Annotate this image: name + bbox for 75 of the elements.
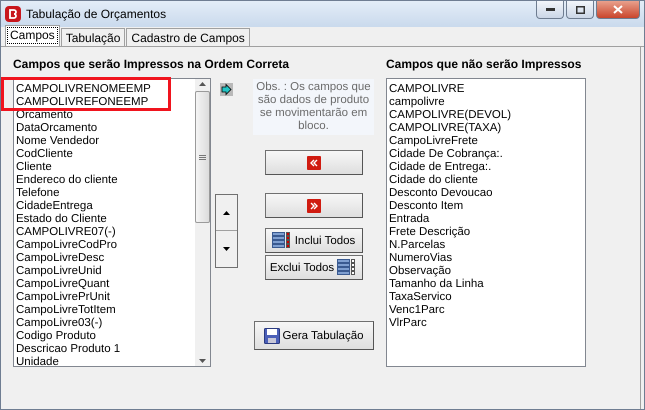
scrollbar[interactable] xyxy=(195,79,210,366)
list-item[interactable]: Observação xyxy=(389,265,583,278)
maximize-icon xyxy=(576,6,584,14)
tab[interactable]: Campos xyxy=(5,25,60,46)
up-arrow-icon xyxy=(222,210,230,214)
section-heading: Campos que não serão Impressos xyxy=(386,57,582,72)
list-item[interactable]: VlrParc xyxy=(389,317,583,330)
down-arrow-icon xyxy=(222,247,230,251)
list-item[interactable]: CAMPOLIVRE xyxy=(389,83,583,96)
unprinted-fields-list[interactable] xyxy=(386,78,586,367)
list-item[interactable]: Entrada xyxy=(389,213,583,226)
list-item[interactable]: CAMPOLIVRE07(-) xyxy=(16,226,193,239)
list-item[interactable]: Desconto Devoucao xyxy=(389,187,583,200)
move-right-button[interactable] xyxy=(264,193,362,218)
list-item[interactable]: Endereco do cliente xyxy=(16,174,193,187)
list-item[interactable]: CampoLivreDesc xyxy=(16,252,193,265)
list-item[interactable]: DataOrcamento xyxy=(16,122,193,135)
list-item[interactable]: Frete Descrição xyxy=(389,226,583,239)
list-item[interactable]: CidadeEntrega xyxy=(16,200,193,213)
minimize-button[interactable] xyxy=(536,1,564,19)
minimize-icon xyxy=(546,8,554,11)
list-item[interactable]: Cidade do cliente xyxy=(389,174,583,187)
include-all-button[interactable]: Inclui Todos xyxy=(264,228,362,253)
list-item[interactable]: CAMPOLIVRENOMEEMP xyxy=(16,83,193,96)
scroll-down-icon[interactable] xyxy=(199,359,206,363)
app-icon xyxy=(5,6,21,22)
double-right-icon xyxy=(306,198,320,212)
list-item[interactable]: Cidade De Cobrança:. xyxy=(389,148,583,161)
list-item[interactable]: Descricao Produto 1 xyxy=(16,343,193,356)
list-icon xyxy=(272,232,292,249)
list-item[interactable]: Codigo Produto xyxy=(16,330,193,343)
list-item[interactable]: NumeroVias xyxy=(389,252,583,265)
grip-icon xyxy=(199,154,206,160)
list-item[interactable]: CampoLivreTotItem xyxy=(16,304,193,317)
list-item[interactable]: Orcamento xyxy=(16,109,193,122)
double-left-icon xyxy=(306,156,320,170)
list-item[interactable]: Venc1Parc xyxy=(389,304,583,317)
maximize-button[interactable] xyxy=(566,1,594,19)
tab[interactable]: Cadastro de Campos xyxy=(126,28,250,46)
list-item[interactable]: CampoLivreFrete xyxy=(389,135,583,148)
list-item[interactable]: Tamanho da Linha xyxy=(389,278,583,291)
list-item[interactable]: Desconto Item xyxy=(389,200,583,213)
list-item[interactable]: TaxaServico xyxy=(389,291,583,304)
list-item[interactable]: N.Parcelas xyxy=(389,239,583,252)
list-item[interactable]: Cidade de Entrega:. xyxy=(389,161,583,174)
scroll-thumb[interactable] xyxy=(195,91,210,223)
list-item[interactable]: CampoLivreQuant xyxy=(16,278,193,291)
list-item[interactable]: CodCliente xyxy=(16,148,193,161)
printed-fields-list[interactable] xyxy=(13,78,211,367)
list-item[interactable]: Cliente xyxy=(16,161,193,174)
list-item[interactable]: Nome Vendedor xyxy=(16,135,193,148)
tab[interactable]: Tabulação xyxy=(60,28,126,46)
close-icon xyxy=(613,5,623,14)
list-item[interactable]: Estado do Cliente xyxy=(16,213,193,226)
list-item[interactable]: CampoLivre03(-) xyxy=(16,317,193,330)
scroll-up-icon[interactable] xyxy=(199,82,206,86)
list-icon xyxy=(337,259,358,276)
close-button[interactable] xyxy=(596,1,640,19)
list-item[interactable]: CAMPOLIVREFONEEMP xyxy=(16,96,193,109)
list-item[interactable]: CampoLivreUnid xyxy=(16,265,193,278)
list-item[interactable]: CAMPOLIVRE(DEVOL) xyxy=(389,109,583,122)
list-item[interactable]: CAMPOLIVRE(TAXA) xyxy=(389,122,583,135)
exclude-all-button[interactable]: Exclui Todos xyxy=(264,255,362,280)
list-item[interactable]: Telefone xyxy=(16,187,193,200)
list-item[interactable]: CampoLivrePrUnit xyxy=(16,291,193,304)
list-item[interactable]: CampoLivreCodPro xyxy=(16,239,193,252)
list-item[interactable]: Unidade xyxy=(16,356,193,366)
note-text: Obs. : Os campos que são dados de produto se movimentarão em bloco. xyxy=(253,79,374,135)
section-heading: Campos que serão Impressos na Ordem Correta xyxy=(13,57,290,72)
arrow-right-icon xyxy=(220,83,232,96)
save-icon xyxy=(264,328,280,344)
list-item[interactable]: campolivre xyxy=(389,96,583,109)
window-title: Tabulação de Orçamentos xyxy=(26,7,168,21)
generate-button[interactable]: Gera Tabulação xyxy=(254,321,374,350)
move-left-button[interactable] xyxy=(264,150,362,175)
